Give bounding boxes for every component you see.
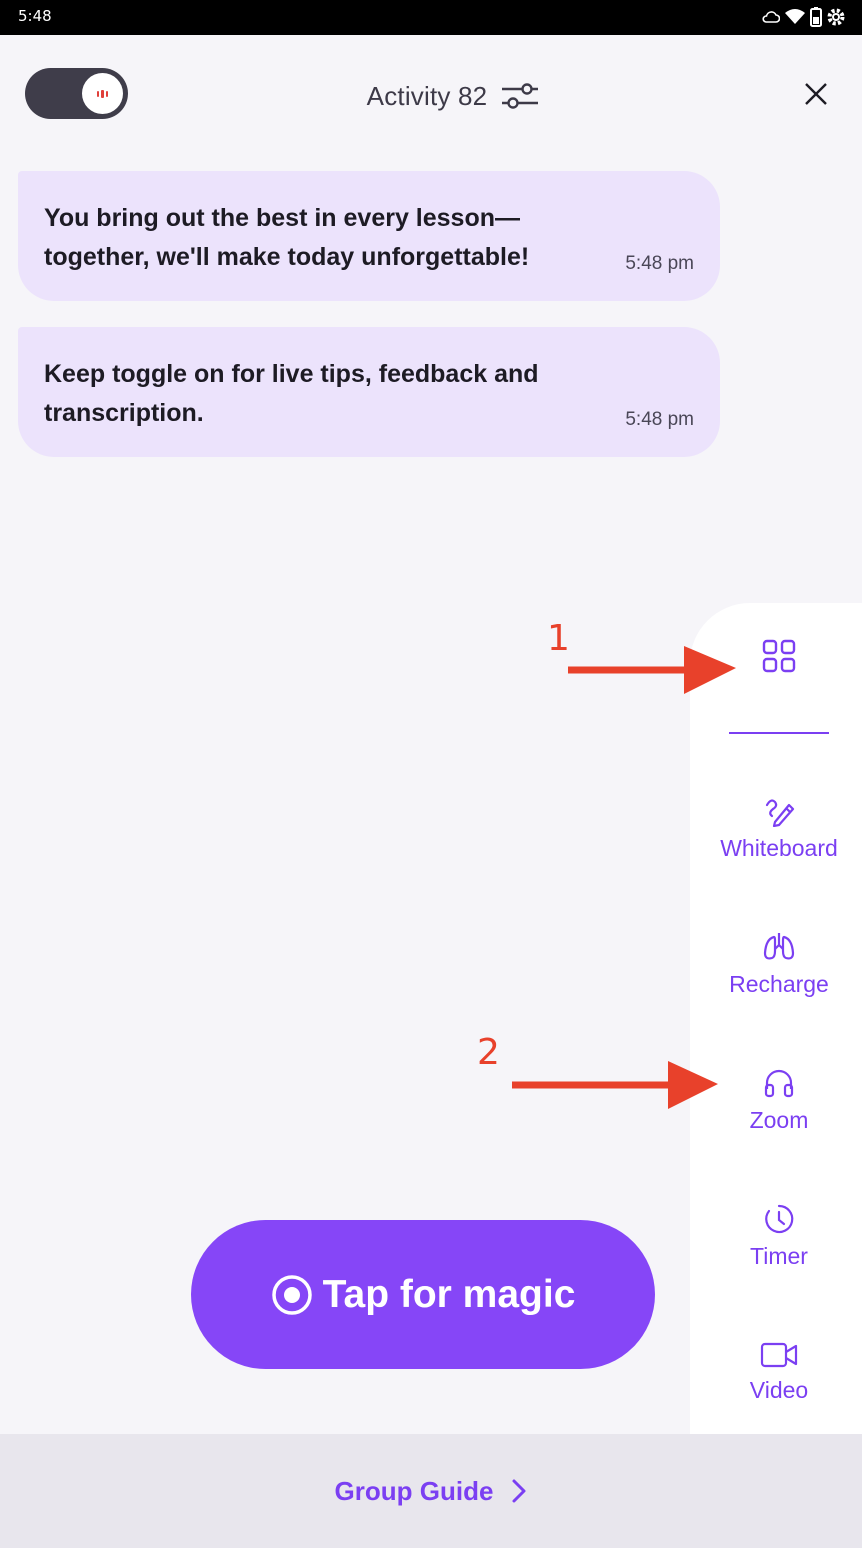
message-bubble: Keep toggle on for live tips, feedback a…	[18, 327, 720, 457]
pencil-squiggle-icon	[765, 799, 795, 827]
grid-icon	[762, 639, 796, 673]
message-text: You bring out the best in every lesson—t…	[44, 204, 530, 271]
group-guide-link[interactable]: Group Guide	[335, 1476, 494, 1507]
side-item-video[interactable]: Video	[690, 1341, 862, 1404]
message-text: Keep toggle on for live tips, feedback a…	[44, 360, 539, 427]
annotation-arrow-2	[512, 1061, 718, 1109]
filter-sliders-icon[interactable]	[501, 81, 539, 111]
wifi-icon	[785, 9, 805, 24]
side-item-timer[interactable]: Timer	[690, 1203, 862, 1270]
status-time: 5:48	[18, 7, 52, 25]
footer-bar: Group Guide	[0, 1434, 862, 1548]
battery-icon	[810, 7, 822, 27]
tap-for-magic-label: Tap for magic	[322, 1272, 576, 1316]
record-icon	[271, 1274, 312, 1315]
side-item-recharge[interactable]: Recharge	[690, 931, 862, 998]
status-bar: 5:48	[0, 0, 862, 35]
header: Activity 82	[0, 76, 862, 116]
chevron-right-icon[interactable]	[511, 1478, 527, 1504]
clock-icon	[765, 1204, 794, 1234]
cloud-icon	[762, 11, 780, 23]
page-title: Activity 82	[366, 80, 488, 111]
headphones-icon	[764, 1069, 794, 1098]
side-item-whiteboard[interactable]: Whiteboard	[690, 795, 862, 862]
settings-icon	[827, 8, 845, 26]
message-time: 5:48 pm	[625, 409, 694, 430]
message-time: 5:48 pm	[625, 253, 694, 274]
side-item-label: Recharge	[729, 971, 829, 997]
annotation-number-2: 2	[477, 1032, 500, 1073]
side-divider	[729, 732, 829, 734]
annotation-number-1: 1	[547, 618, 570, 659]
lungs-icon	[763, 933, 795, 960]
side-item-label: Timer	[750, 1243, 808, 1269]
tap-for-magic-button[interactable]: Tap for magic	[191, 1220, 655, 1369]
side-tools-panel: Whiteboard Recharge Zoom Timer Video	[690, 603, 862, 1434]
annotation-arrow-1	[568, 646, 736, 694]
side-item-label: Video	[749, 1377, 809, 1403]
side-item-label: Whiteboard	[720, 835, 838, 861]
message-bubble: You bring out the best in every lesson—t…	[18, 171, 720, 301]
video-camera-icon	[760, 1342, 798, 1368]
close-icon[interactable]	[803, 81, 829, 107]
status-icons	[762, 5, 846, 29]
